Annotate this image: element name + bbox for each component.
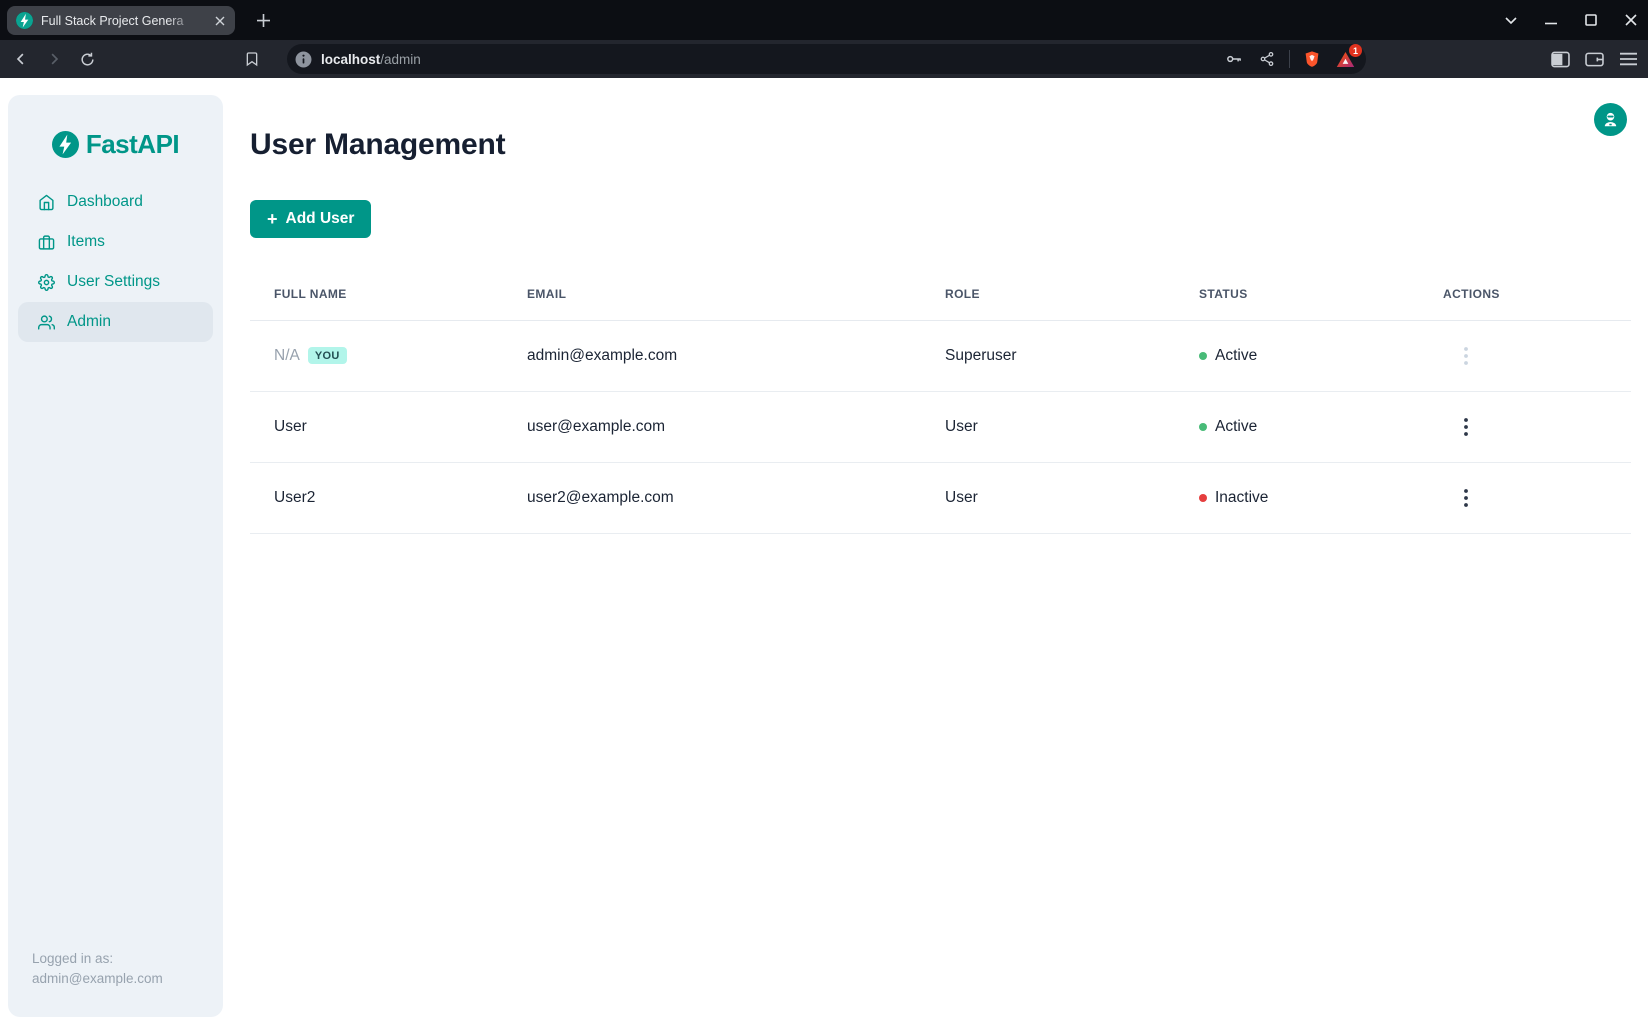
logged-in-footer: Logged in as: admin@example.com <box>32 949 163 989</box>
site-info-icon[interactable] <box>295 51 312 68</box>
gear-icon <box>38 274 55 291</box>
address-bar[interactable]: localhost/admin 1 <box>287 44 1366 74</box>
sidebar-item-dashboard[interactable]: Dashboard <box>18 182 213 222</box>
cell-role: Superuser <box>921 320 1175 391</box>
cell-email: user@example.com <box>503 391 921 462</box>
users-table: FULL NAME EMAIL ROLE STATUS ACTIONS N/A Y… <box>250 268 1631 534</box>
page-title: User Management <box>250 128 505 162</box>
you-badge: YOU <box>308 347 347 364</box>
browser-tab-bar: Full Stack Project Genera <box>0 0 1648 40</box>
add-user-button[interactable]: + Add User <box>250 200 371 238</box>
fastapi-logo: FastAPI <box>8 129 223 160</box>
forward-icon[interactable] <box>43 48 65 70</box>
users-icon <box>38 314 55 331</box>
browser-toolbar: localhost/admin 1 <box>0 40 1648 78</box>
col-role: ROLE <box>921 268 1175 320</box>
briefcase-icon <box>38 234 55 251</box>
new-tab-button[interactable] <box>251 8 276 33</box>
sidebar-item-items[interactable]: Items <box>18 222 213 262</box>
status-label: Inactive <box>1215 489 1268 507</box>
window-close-button[interactable] <box>1622 11 1640 29</box>
reload-icon[interactable] <box>76 48 98 70</box>
home-icon <box>38 194 55 211</box>
sidebar-panel-icon[interactable] <box>1550 49 1571 70</box>
fastapi-favicon-icon <box>16 12 33 29</box>
col-actions: ACTIONS <box>1419 268 1631 320</box>
url-text: localhost/admin <box>321 52 421 67</box>
status-label: Active <box>1215 347 1257 365</box>
row-actions-menu-icon[interactable] <box>1453 412 1479 442</box>
table-row: N/A YOU admin@example.com Superuser Activ… <box>250 320 1631 391</box>
tab-title: Full Stack Project Genera <box>41 14 203 28</box>
rewards-notification-badge: 1 <box>1349 44 1362 57</box>
sidebar-item-user-settings[interactable]: User Settings <box>18 262 213 302</box>
row-actions-menu-icon[interactable] <box>1453 341 1479 371</box>
brave-rewards-icon[interactable]: 1 <box>1334 48 1356 70</box>
window-maximize-button[interactable] <box>1582 11 1600 29</box>
brave-shield-icon[interactable] <box>1301 48 1323 70</box>
fastapi-bolt-icon <box>52 131 79 158</box>
password-key-icon[interactable] <box>1223 48 1245 70</box>
cell-role: User <box>921 462 1175 533</box>
toolbar-divider <box>1289 50 1290 68</box>
main-content: User Management + Add User FULL NAME EMA… <box>250 78 1648 1025</box>
status-dot <box>1199 352 1207 360</box>
logged-in-label: Logged in as: <box>32 949 163 969</box>
cell-full-name: User <box>250 391 503 462</box>
cell-email: user2@example.com <box>503 462 921 533</box>
user-menu-button[interactable] <box>1594 103 1627 136</box>
cell-role: User <box>921 391 1175 462</box>
status-dot <box>1199 494 1207 502</box>
cell-email: admin@example.com <box>503 320 921 391</box>
row-actions-menu-icon[interactable] <box>1453 483 1479 513</box>
status-label: Active <box>1215 418 1257 436</box>
menu-hamburger-icon[interactable] <box>1618 49 1639 70</box>
cell-full-name: N/A <box>274 347 300 364</box>
tab-close-icon[interactable] <box>211 12 228 29</box>
table-row: User user@example.com User Active <box>250 391 1631 462</box>
share-icon[interactable] <box>1256 48 1278 70</box>
logo-wordmark: FastAPI <box>86 129 179 160</box>
sidebar-nav: Dashboard Items User Settings Admin <box>8 182 223 342</box>
sidebar: FastAPI Dashboard Items User Settings <box>8 95 223 1017</box>
user-astronaut-icon <box>1601 110 1620 129</box>
col-email: EMAIL <box>503 268 921 320</box>
window-minimize-button[interactable] <box>1542 11 1560 29</box>
bookmark-icon[interactable] <box>241 48 263 70</box>
table-header-row: FULL NAME EMAIL ROLE STATUS ACTIONS <box>250 268 1631 320</box>
plus-icon: + <box>267 210 278 228</box>
col-full-name: FULL NAME <box>250 268 503 320</box>
logged-in-email: admin@example.com <box>32 969 163 989</box>
table-row: User2 user2@example.com User Inactive <box>250 462 1631 533</box>
wallet-icon[interactable] <box>1584 49 1605 70</box>
tab-search-chevron-icon[interactable] <box>1502 11 1520 29</box>
browser-tab[interactable]: Full Stack Project Genera <box>7 6 235 35</box>
sidebar-item-admin[interactable]: Admin <box>18 302 213 342</box>
cell-full-name: User2 <box>250 462 503 533</box>
back-icon[interactable] <box>10 48 32 70</box>
col-status: STATUS <box>1175 268 1419 320</box>
status-dot <box>1199 423 1207 431</box>
